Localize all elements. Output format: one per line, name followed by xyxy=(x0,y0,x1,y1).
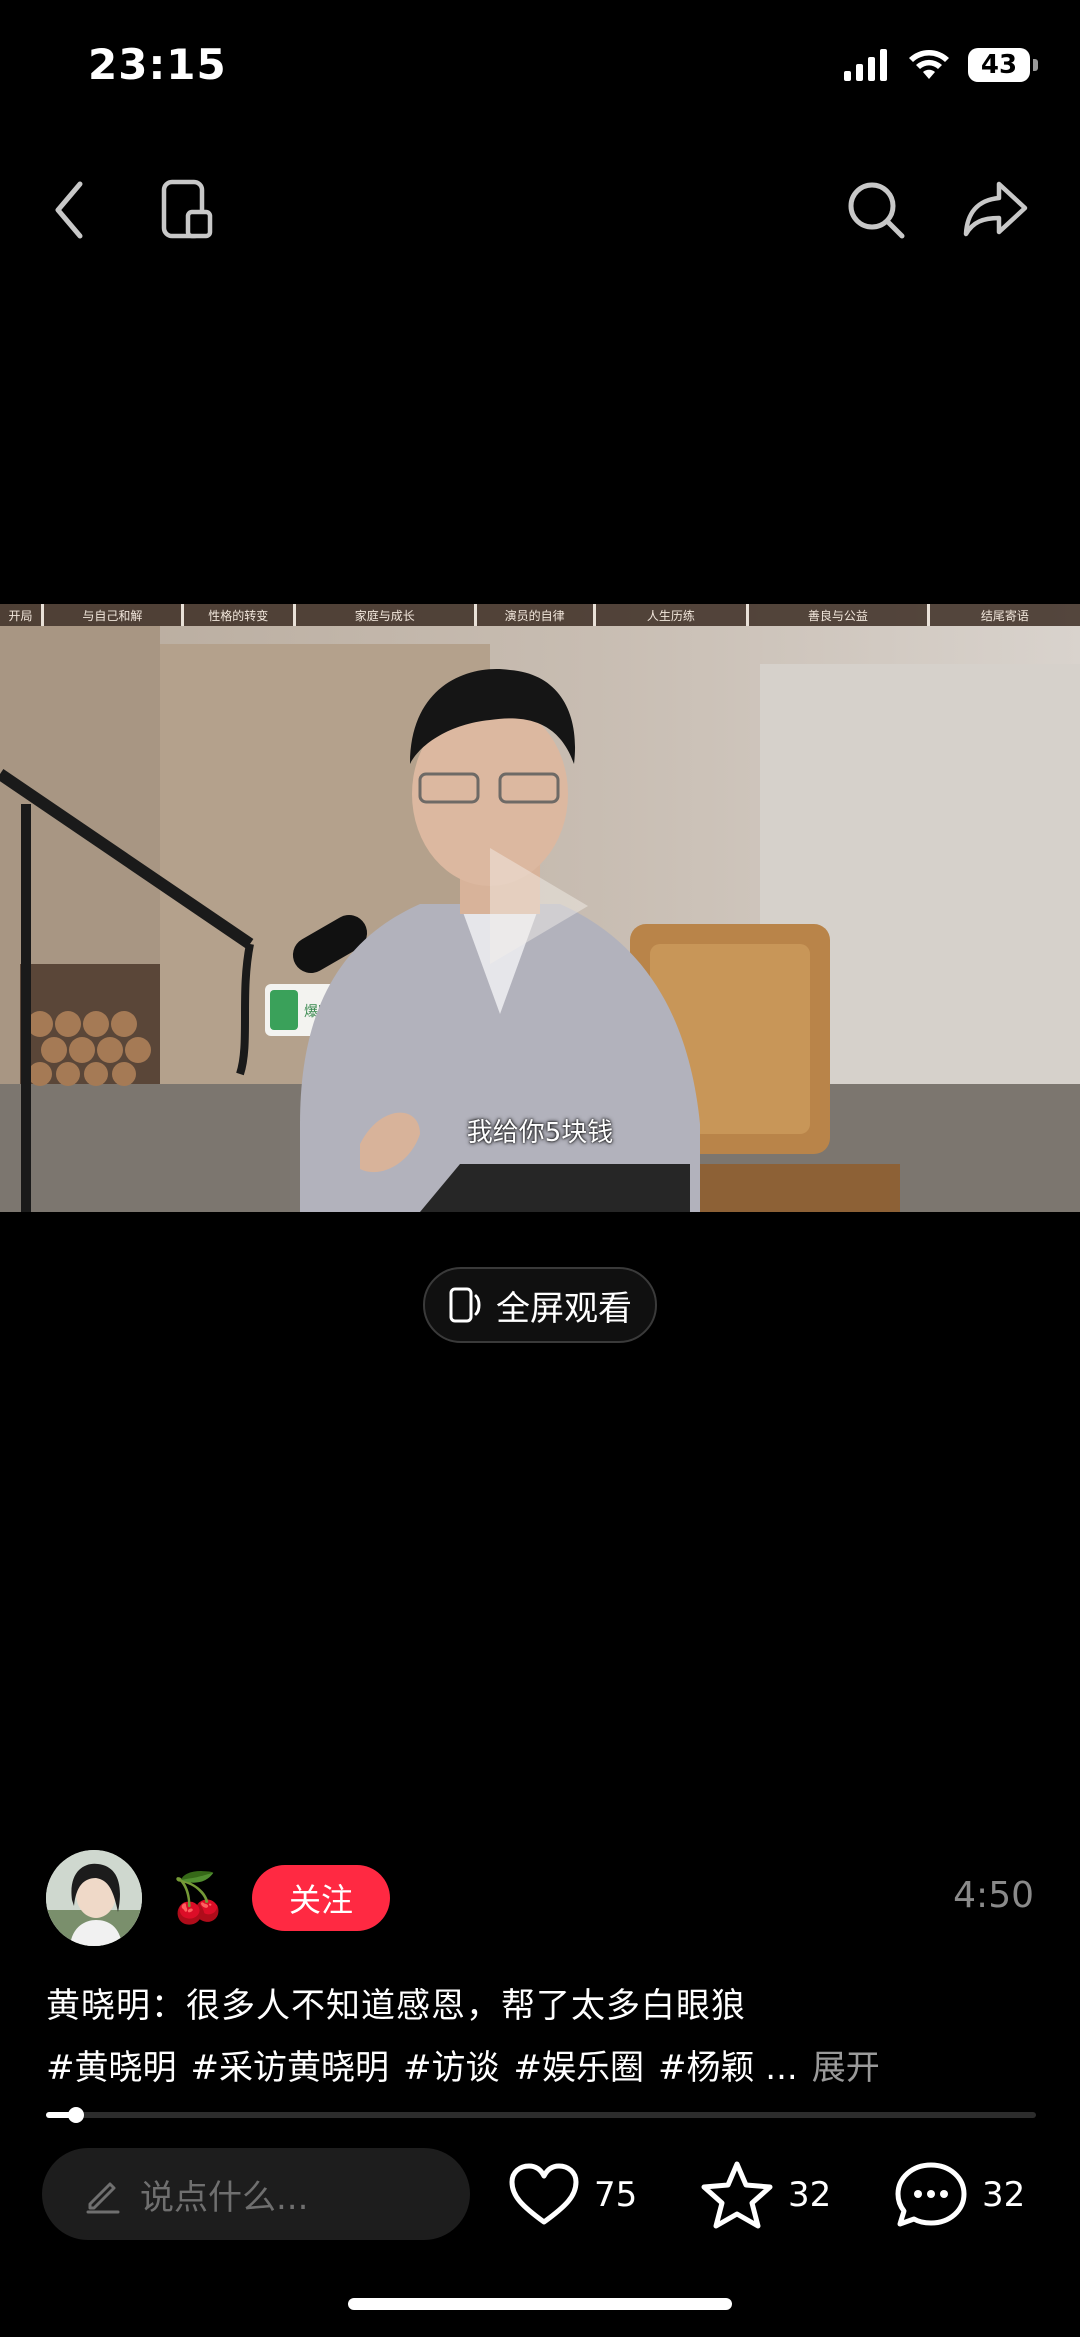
comment-bubble-icon xyxy=(895,2162,967,2227)
chapter-item[interactable]: 性格的转变 xyxy=(184,604,296,626)
chapter-item[interactable]: 结尾寄语 xyxy=(930,604,1080,626)
like-count: 75 xyxy=(594,2175,638,2215)
chapter-bar: 开局 与自己和解 性格的转变 家庭与成长 演员的自律 人生历练 善良与公益 结尾… xyxy=(0,604,1080,626)
play-icon[interactable] xyxy=(460,836,600,976)
back-arrow-icon xyxy=(55,181,83,239)
video-duration: 4:50 xyxy=(953,1875,1034,1916)
top-nav xyxy=(0,160,1080,260)
post-title: 黄晓明：很多人不知道感恩，帮了太多白眼狼 xyxy=(46,1986,746,2026)
heart-icon xyxy=(509,2163,579,2225)
video-progress-bar[interactable] xyxy=(46,2107,1036,2123)
hashtag[interactable]: #采访黄晓明 xyxy=(191,2040,390,2089)
search-icon xyxy=(848,182,905,239)
chapter-item[interactable]: 人生历练 xyxy=(596,604,750,626)
video-subtitle: 我给你5块钱 xyxy=(466,1118,614,1148)
comment-placeholder: 说点什么... xyxy=(140,2177,309,2218)
favorite-button[interactable]: 32 xyxy=(700,2160,831,2230)
status-icons: 43 xyxy=(844,48,1038,82)
avatar-image xyxy=(46,1850,142,1946)
hashtag[interactable]: #杨颖 ... xyxy=(658,2040,798,2089)
chapter-item[interactable]: 善良与公益 xyxy=(749,604,930,626)
small-window-button[interactable] xyxy=(148,170,228,250)
chapter-item[interactable]: 与自己和解 xyxy=(44,604,184,626)
video-player[interactable]: 爆吧科技 开局 与自己和解 性格的转变 家庭与成长 演员的自律 人生历练 善良与… xyxy=(0,604,1080,1212)
like-button[interactable]: 75 xyxy=(508,2160,637,2230)
chapter-item[interactable]: 演员的自律 xyxy=(477,604,596,626)
hashtag[interactable]: #访谈 xyxy=(403,2040,500,2089)
home-indicator xyxy=(348,2298,732,2310)
avatar[interactable] xyxy=(46,1850,142,1946)
wifi-icon xyxy=(909,50,949,79)
share-button[interactable] xyxy=(956,170,1036,250)
star-icon xyxy=(701,2161,773,2229)
comment-count: 32 xyxy=(982,2175,1026,2215)
comment-button[interactable]: 32 xyxy=(894,2160,1025,2230)
status-time: 23:15 xyxy=(88,40,227,89)
hashtag[interactable]: #黄晓明 xyxy=(46,2040,177,2089)
fullscreen-button[interactable]: 全屏观看 xyxy=(423,1267,657,1343)
fullscreen-rotate-icon xyxy=(449,1287,481,1323)
post-tags: #黄晓明 #采访黄晓明 #访谈 #娱乐圈 #杨颖 ... 展开 xyxy=(46,2040,880,2089)
battery-indicator: 43 xyxy=(968,48,1038,82)
small-window-icon xyxy=(161,179,213,239)
chapter-item[interactable]: 家庭与成长 xyxy=(296,604,477,626)
author-name-emoji[interactable]: 🍒 xyxy=(168,1868,228,1928)
chapter-item[interactable]: 开局 xyxy=(0,604,44,626)
signal-icon xyxy=(844,49,887,81)
search-button[interactable] xyxy=(836,170,916,250)
pencil-icon xyxy=(86,2182,120,2214)
back-button[interactable] xyxy=(30,170,110,250)
fullscreen-label: 全屏观看 xyxy=(496,1288,632,1329)
comment-input[interactable]: 说点什么... xyxy=(42,2148,470,2240)
status-bar: 23:15 43 xyxy=(0,0,1080,130)
share-icon xyxy=(963,181,1028,237)
expand-link[interactable]: 展开 xyxy=(812,2040,880,2089)
progress-knob[interactable] xyxy=(67,2107,84,2123)
favorite-count: 32 xyxy=(788,2175,832,2215)
hashtag[interactable]: #娱乐圈 xyxy=(514,2040,645,2089)
follow-button[interactable]: 关注 xyxy=(252,1865,390,1931)
